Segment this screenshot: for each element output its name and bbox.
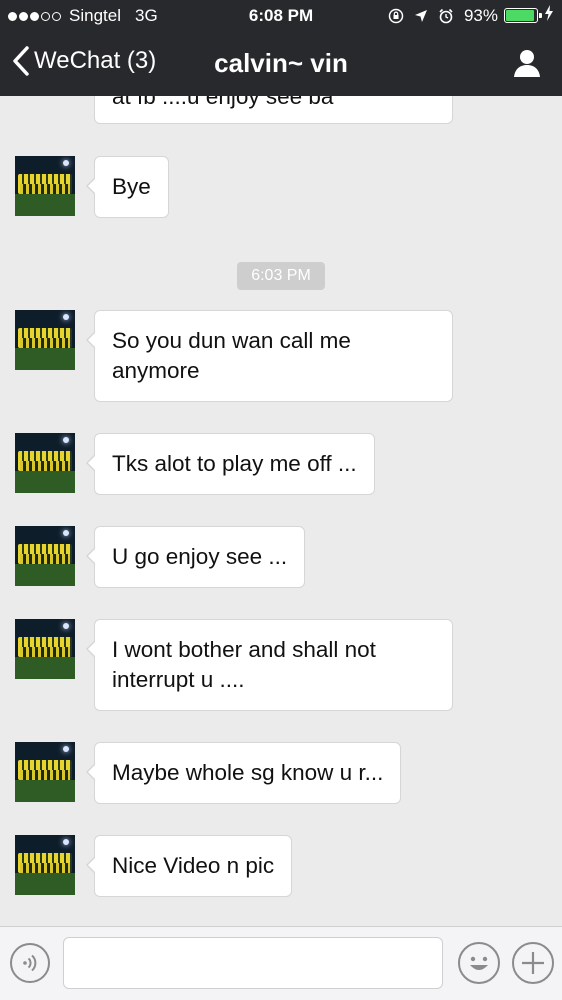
chevron-left-icon — [13, 46, 29, 76]
message-text: Nice Video n pic — [112, 853, 275, 878]
header: Singtel 3G 6:08 PM 93% WeChat (3) calvin… — [0, 0, 562, 96]
chat-area[interactable]: at fb ....u enjoy see ba Bye 6:03 PM So … — [0, 96, 562, 926]
timestamp-badge: 6:03 PM — [237, 262, 325, 290]
message-text: Maybe whole sg know u r... — [112, 760, 384, 785]
message-text: So you dun wan call me anymore — [112, 328, 351, 383]
message-text: U go enjoy see ... — [112, 544, 288, 569]
person-icon[interactable] — [512, 48, 542, 83]
message-bubble[interactable]: U go enjoy see ... — [85, 526, 306, 588]
avatar[interactable] — [15, 156, 75, 216]
plus-icon[interactable] — [512, 942, 554, 984]
message-bubble[interactable]: So you dun wan call me anymore — [86, 310, 453, 402]
status-left: Singtel 3G — [8, 6, 158, 26]
back-button[interactable]: WeChat (3) — [12, 46, 156, 76]
message-text: Bye — [112, 174, 151, 199]
input-bar — [0, 926, 562, 1000]
back-label: WeChat (3) — [34, 47, 157, 74]
avatar[interactable] — [15, 433, 75, 493]
message-text: I wont bother and shall not interrupt u … — [112, 637, 376, 692]
message-text: at fb ....u enjoy see ba — [112, 96, 334, 109]
avatar[interactable] — [15, 310, 75, 370]
avatar[interactable] — [15, 619, 75, 679]
message-bubble[interactable]: Maybe whole sg know u r... — [85, 742, 402, 804]
emoji-icon[interactable] — [458, 942, 500, 984]
message-input[interactable] — [63, 937, 443, 989]
alarm-icon — [438, 8, 454, 24]
message-text: Tks alot to play me off ... — [112, 451, 357, 476]
carrier-label: Singtel — [69, 6, 121, 25]
battery-percent: 93% — [463, 5, 498, 25]
location-arrow-icon — [414, 9, 428, 23]
avatar[interactable] — [15, 526, 75, 586]
message-bubble[interactable]: Tks alot to play me off ... — [86, 433, 375, 495]
avatar[interactable] — [15, 742, 75, 802]
message-bubble[interactable]: Nice Video n pic — [85, 835, 293, 897]
status-bar: Singtel 3G 6:08 PM 93% — [0, 0, 562, 32]
voice-icon[interactable] — [10, 943, 50, 983]
battery-icon — [504, 8, 542, 23]
signal-dots-icon — [8, 11, 63, 21]
nav-bar: WeChat (3) calvin~ vin — [0, 34, 562, 94]
status-right: 93% — [388, 5, 554, 26]
avatar[interactable] — [15, 835, 75, 895]
lock-rotation-icon — [388, 8, 404, 24]
network-label: 3G — [134, 6, 158, 25]
message-bubble[interactable]: Bye — [86, 156, 169, 218]
message-bubble[interactable]: at fb ....u enjoy see ba — [94, 96, 453, 124]
message-bubble[interactable]: I wont bother and shall not interrupt u … — [86, 619, 453, 711]
charging-bolt-icon — [544, 5, 554, 26]
